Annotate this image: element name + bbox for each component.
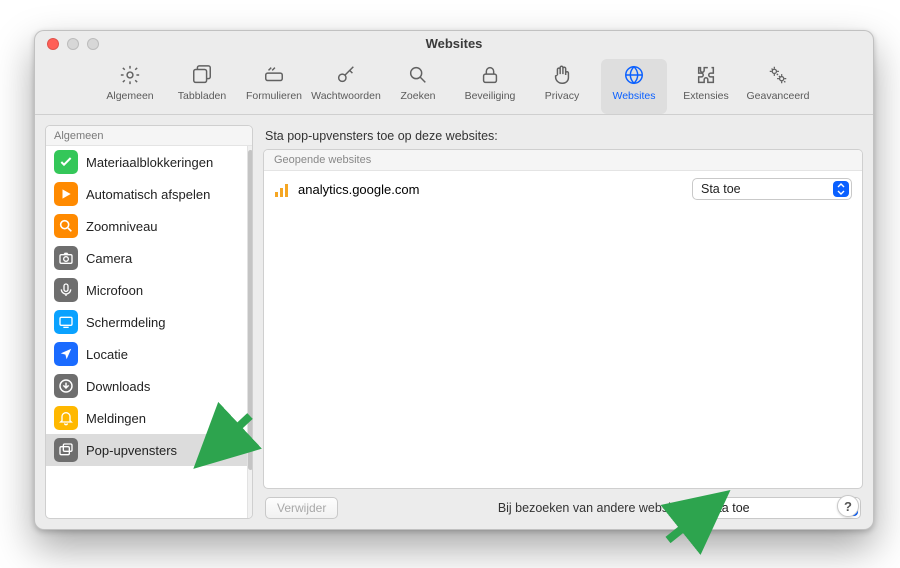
preferences-window: Websites Algemeen Tabbladen Formulieren Wac… <box>34 30 874 530</box>
permission-select[interactable]: Sta toe <box>692 178 852 200</box>
toolbar-tab-gears[interactable]: Geavanceerd <box>745 59 811 114</box>
toolbar-tab-hand[interactable]: Privacy <box>529 59 595 114</box>
camera-icon <box>54 246 78 270</box>
gears-icon <box>765 62 791 88</box>
website-row[interactable]: analytics.google.com Sta toe <box>264 171 862 207</box>
other-websites-value: Sta toe <box>710 501 750 515</box>
sidebar-item-mic[interactable]: Microfoon <box>46 274 247 306</box>
sidebar-item-label: Meldingen <box>86 411 146 426</box>
toolbar-tab-form[interactable]: Formulieren <box>241 59 307 114</box>
sidebar-item-play[interactable]: Automatisch afspelen <box>46 178 247 210</box>
table-rows: analytics.google.com Sta toe <box>264 171 862 488</box>
site-favicon <box>274 181 290 197</box>
check-icon <box>54 150 78 174</box>
toolbar-tab-puzzle[interactable]: Extensies <box>673 59 739 114</box>
toolbar-tab-gear[interactable]: Algemeen <box>97 59 163 114</box>
permission-value: Sta toe <box>701 182 741 196</box>
play-icon <box>54 182 78 206</box>
toolbar-tab-label: Privacy <box>545 90 579 102</box>
loc-icon <box>54 342 78 366</box>
titlebar: Websites <box>35 31 873 57</box>
toolbar-tab-key[interactable]: Wachtwoorden <box>313 59 379 114</box>
globe-icon <box>621 62 647 88</box>
hand-icon <box>549 62 575 88</box>
toolbar-tab-label: Formulieren <box>246 90 302 102</box>
dl-icon <box>54 374 78 398</box>
gear-icon <box>117 62 143 88</box>
toolbar-tab-label: Extensies <box>683 90 729 102</box>
sidebar-item-label: Camera <box>86 251 132 266</box>
chevron-up-down-icon <box>833 181 849 197</box>
window-controls <box>47 38 99 50</box>
sidebar-item-screen[interactable]: Schermdeling <box>46 306 247 338</box>
mic-icon <box>54 278 78 302</box>
puzzle-icon <box>693 62 719 88</box>
sidebar-item-bell[interactable]: Meldingen <box>46 402 247 434</box>
toolbar-tab-label: Beveiliging <box>465 90 516 102</box>
toolbar-tab-lock[interactable]: Beveiliging <box>457 59 523 114</box>
close-window-button[interactable] <box>47 38 59 50</box>
window-title: Websites <box>35 31 873 51</box>
toolbar-tab-tabs[interactable]: Tabbladen <box>169 59 235 114</box>
sidebar-item-dl[interactable]: Downloads <box>46 370 247 402</box>
sidebar-item-label: Zoomniveau <box>86 219 158 234</box>
toolbar-tab-label: Algemeen <box>106 90 153 102</box>
sidebar-item-loc[interactable]: Locatie <box>46 338 247 370</box>
column-header: Geopende websites <box>264 150 862 171</box>
minimize-window-button[interactable] <box>67 38 79 50</box>
sidebar-scrollbar[interactable] <box>247 146 252 518</box>
panel-footer: Verwijder Bij bezoeken van andere websit… <box>263 489 863 519</box>
toolbar-tab-label: Wachtwoorden <box>311 90 381 102</box>
form-icon <box>261 62 287 88</box>
websites-table: Geopende websites analytics.google.com S… <box>263 149 863 489</box>
toolbar-tab-label: Zoeken <box>400 90 435 102</box>
zoom-icon <box>54 214 78 238</box>
content-panel: Sta pop-upvensters toe op deze websites:… <box>263 125 863 519</box>
sidebar-item-label: Materiaalblokkeringen <box>86 155 213 170</box>
sidebar-item-label: Downloads <box>86 379 150 394</box>
sidebar-list: Materiaalblokkeringen Automatisch afspele… <box>46 146 247 518</box>
toolbar-tab-globe[interactable]: Websites <box>601 59 667 114</box>
sidebar-item-label: Locatie <box>86 347 128 362</box>
zoom-window-button[interactable] <box>87 38 99 50</box>
sidebar-item-label: Pop-upvensters <box>86 443 177 458</box>
key-icon <box>333 62 359 88</box>
toolbar-tab-label: Tabbladen <box>178 90 226 102</box>
tabs-icon <box>189 62 215 88</box>
preferences-toolbar: Algemeen Tabbladen Formulieren Wachtwoorden… <box>35 57 873 114</box>
help-button[interactable]: ? <box>837 495 859 517</box>
toolbar-tab-search[interactable]: Zoeken <box>385 59 451 114</box>
toolbar-tab-label: Websites <box>613 90 656 102</box>
toolbar-tab-label: Geavanceerd <box>746 90 809 102</box>
search-icon <box>405 62 431 88</box>
remove-button[interactable]: Verwijder <box>265 497 338 519</box>
sidebar-item-check[interactable]: Materiaalblokkeringen <box>46 146 247 178</box>
sidebar-item-zoom[interactable]: Zoomniveau <box>46 210 247 242</box>
other-websites-label: Bij bezoeken van andere websites: <box>498 501 691 515</box>
sidebar-section-header: Algemeen <box>46 126 252 146</box>
sidebar-item-popup[interactable]: Pop-upvensters <box>46 434 247 466</box>
site-domain: analytics.google.com <box>298 182 419 197</box>
sidebar-item-label: Schermdeling <box>86 315 166 330</box>
lock-icon <box>477 62 503 88</box>
bell-icon <box>54 406 78 430</box>
panel-title: Sta pop-upvensters toe op deze websites: <box>263 125 863 149</box>
popup-icon <box>54 438 78 462</box>
sidebar-item-label: Automatisch afspelen <box>86 187 210 202</box>
sidebar-item-camera[interactable]: Camera <box>46 242 247 274</box>
settings-sidebar: Algemeen Materiaalblokkeringen Automatisc… <box>45 125 253 519</box>
screen-icon <box>54 310 78 334</box>
sidebar-item-label: Microfoon <box>86 283 143 298</box>
